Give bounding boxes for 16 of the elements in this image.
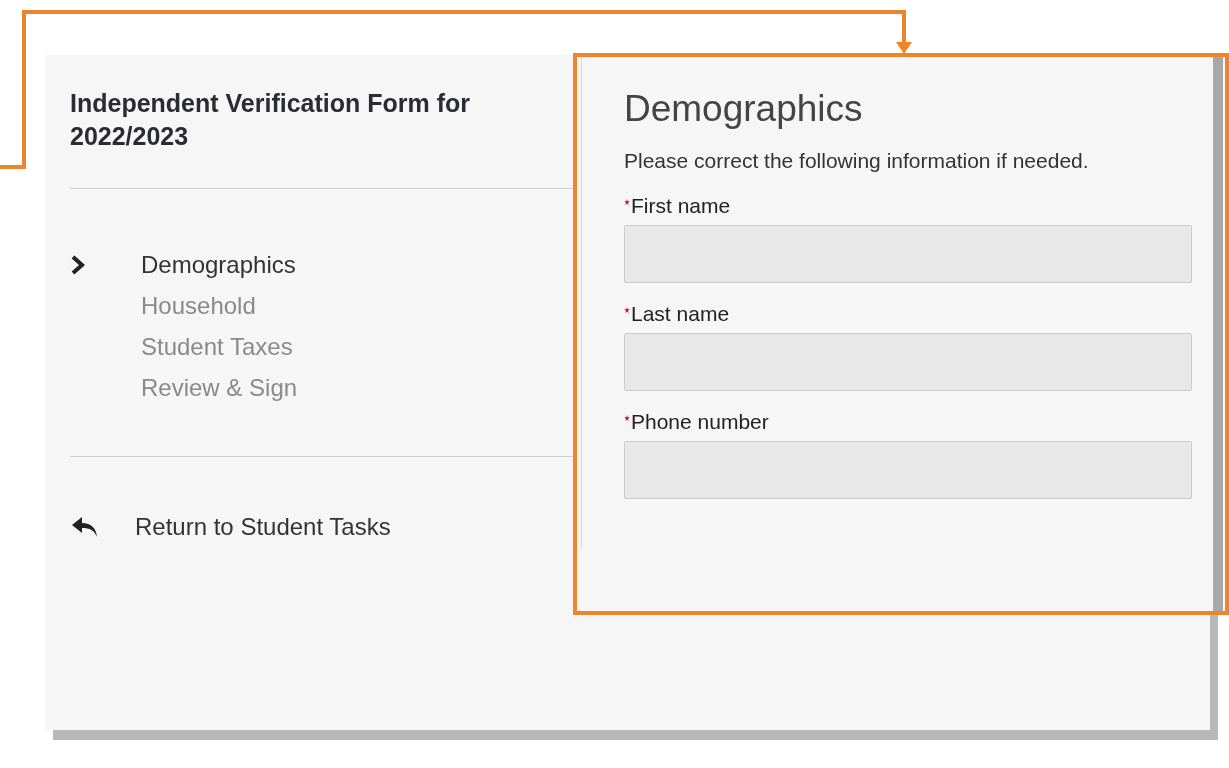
panel-title: Demographics [624,87,864,131]
instructions-text: Please correct the following information if needed. [624,148,1090,174]
field-label: Last name [631,300,730,327]
step-link[interactable]: Student Taxes [141,328,293,365]
return-link[interactable]: Return to Student Tasks [135,509,391,545]
step-link[interactable]: Demographics [141,246,296,283]
step-link[interactable]: Review & Sign [141,369,298,406]
reply-arrow-icon [70,515,100,539]
scrollbar[interactable] [1213,57,1223,611]
field-label: Phone number [631,408,769,435]
step-link[interactable]: Household [141,287,256,324]
text-field[interactable] [624,332,1192,391]
text-field[interactable] [624,224,1192,283]
form-title: Independent Verification Form for 2022/2023 [70,88,472,152]
text-field[interactable] [624,440,1192,499]
field-label: First name [631,192,731,219]
